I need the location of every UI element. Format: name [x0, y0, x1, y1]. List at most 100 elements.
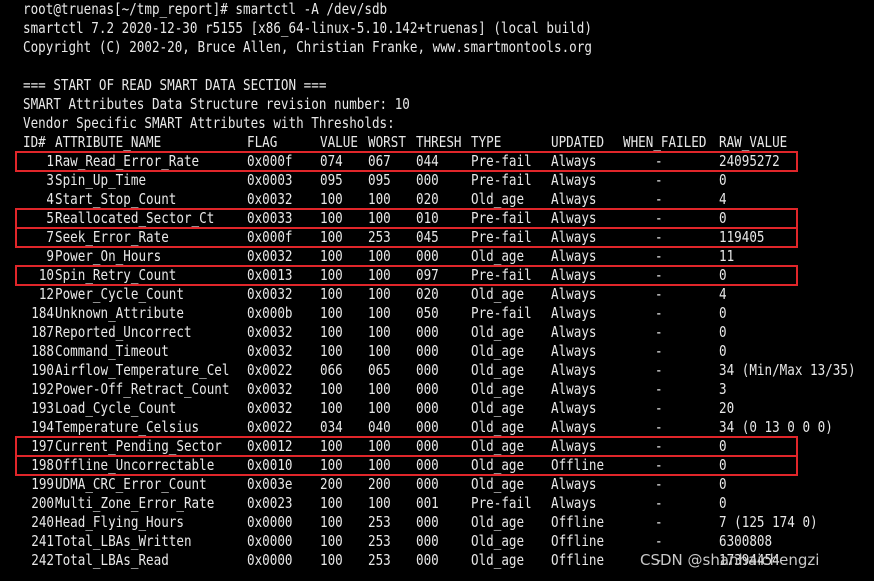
attr-type: Old_age: [471, 342, 525, 360]
attr-id: 5: [46, 209, 54, 227]
table-row: 198 Offline_Uncorrectable 0x0010 100 100 000 O…: [0, 456, 874, 475]
table-row: 241 Total_LBAs_Written 0x0000 100 253 000 Old_…: [0, 532, 874, 551]
attr-id: 193: [31, 399, 54, 417]
table-row: 184 Unknown_Attribute 0x000b 100 100 050 Pre-f…: [0, 304, 874, 323]
attr-raw-value: 0: [719, 323, 727, 341]
attr-raw-value: 0: [719, 475, 727, 493]
attr-when-failed: -: [655, 171, 663, 189]
attr-type: Pre-fail: [471, 209, 532, 227]
attr-value: 100: [320, 437, 343, 455]
attr-id: 200: [31, 494, 54, 512]
attr-updated: Offline: [551, 551, 605, 569]
attr-updated: Always: [551, 171, 597, 189]
attr-worst: 100: [368, 323, 391, 341]
attr-when-failed: -: [655, 304, 663, 322]
attr-raw-value: 24095272: [719, 152, 780, 170]
attr-raw-value: 6300808: [719, 532, 773, 550]
attr-updated: Always: [551, 266, 597, 284]
attr-worst: 100: [368, 380, 391, 398]
attr-raw-value: 0: [719, 456, 727, 474]
attr-flag: 0x0000: [247, 513, 293, 531]
attr-name: Airflow_Temperature_Cel: [55, 361, 230, 379]
attr-updated: Always: [551, 437, 597, 455]
attr-type: Old_age: [471, 437, 525, 455]
attr-worst: 100: [368, 342, 391, 360]
attr-name: Reallocated_Sector_Ct: [55, 209, 215, 227]
attr-name: Start_Stop_Count: [55, 190, 177, 208]
table-row: 12 Power_Cycle_Count 0x0032 100 100 020 Old_ag…: [0, 285, 874, 304]
header-type: TYPE: [471, 133, 502, 151]
attr-when-failed: -: [655, 494, 663, 512]
attr-when-failed: -: [655, 285, 663, 303]
attr-updated: Always: [551, 190, 597, 208]
header-id: ID#: [23, 133, 46, 151]
attr-thresh: 001: [416, 494, 439, 512]
attr-value: 100: [320, 209, 343, 227]
attr-name: Head_Flying_Hours: [55, 513, 184, 531]
header-value: VALUE: [320, 133, 358, 151]
attr-updated: Always: [551, 209, 597, 227]
table-row: 197 Current_Pending_Sector 0x0012 100 100 000…: [0, 437, 874, 456]
attr-raw-value: 7 (125 174 0): [719, 513, 818, 531]
table-row: 240 Head_Flying_Hours 0x0000 100 253 000 Old_a…: [0, 513, 874, 532]
attr-raw-value: 0: [719, 304, 727, 322]
attr-worst: 100: [368, 266, 391, 284]
attr-type: Old_age: [471, 551, 525, 569]
attr-name: Spin_Up_Time: [55, 171, 147, 189]
attr-when-failed: -: [655, 418, 663, 436]
attr-when-failed: -: [655, 456, 663, 474]
attr-updated: Always: [551, 475, 597, 493]
attr-type: Old_age: [471, 399, 525, 417]
attr-worst: 100: [368, 285, 391, 303]
attr-when-failed: -: [655, 190, 663, 208]
attr-type: Old_age: [471, 285, 525, 303]
attr-value: 100: [320, 456, 343, 474]
attr-thresh: 000: [416, 532, 439, 550]
attr-thresh: 010: [416, 209, 439, 227]
attr-name: UDMA_CRC_Error_Count: [55, 475, 207, 493]
attr-name: Power-Off_Retract_Count: [55, 380, 230, 398]
table-row: 190 Airflow_Temperature_Cel 0x0022 066 065 00…: [0, 361, 874, 380]
attr-name: Spin_Retry_Count: [55, 266, 177, 284]
attr-thresh: 020: [416, 190, 439, 208]
attr-raw-value: 11: [719, 247, 735, 265]
attr-thresh: 000: [416, 247, 439, 265]
attr-type: Pre-fail: [471, 152, 532, 170]
attr-id: 9: [46, 247, 54, 265]
attr-updated: Always: [551, 342, 597, 360]
attr-thresh: 045: [416, 228, 439, 246]
attr-name: Offline_Uncorrectable: [55, 456, 215, 474]
attr-value: 100: [320, 399, 343, 417]
attr-thresh: 050: [416, 304, 439, 322]
attr-thresh: 000: [416, 399, 439, 417]
attr-flag: 0x0022: [247, 361, 293, 379]
attr-flag: 0x000f: [247, 152, 293, 170]
attr-thresh: 044: [416, 152, 439, 170]
table-row: 199 UDMA_CRC_Error_Count 0x003e 200 200 000 Ol…: [0, 475, 874, 494]
attr-value: 034: [320, 418, 343, 436]
table-row: 1 Raw_Read_Error_Rate 0x000f 074 067 044 Pre-f…: [0, 152, 874, 171]
attr-type: Old_age: [471, 418, 525, 436]
table-row: 3 Spin_Up_Time 0x0003 095 095 000 Pre-fail Alwa…: [0, 171, 874, 190]
attr-value: 100: [320, 380, 343, 398]
attr-name: Unknown_Attribute: [55, 304, 184, 322]
attr-when-failed: -: [655, 437, 663, 455]
attr-thresh: 000: [416, 475, 439, 493]
section-start-line: === START OF READ SMART DATA SECTION ===: [23, 76, 327, 94]
attr-updated: Always: [551, 361, 597, 379]
attr-id: 241: [31, 532, 54, 550]
attr-worst: 100: [368, 437, 391, 455]
attr-updated: Always: [551, 247, 597, 265]
attr-updated: Always: [551, 228, 597, 246]
attr-worst: 253: [368, 513, 391, 531]
attr-updated: Offline: [551, 513, 605, 531]
attr-when-failed: -: [655, 152, 663, 170]
attr-updated: Always: [551, 152, 597, 170]
terminal-window[interactable]: root@truenas[~/tmp_report]# smartctl -A …: [0, 0, 874, 581]
attr-value: 100: [320, 228, 343, 246]
attr-id: 7: [46, 228, 54, 246]
attr-flag: 0x0032: [247, 342, 293, 360]
attr-id: 1: [46, 152, 54, 170]
attr-type: Old_age: [471, 323, 525, 341]
attr-thresh: 000: [416, 513, 439, 531]
